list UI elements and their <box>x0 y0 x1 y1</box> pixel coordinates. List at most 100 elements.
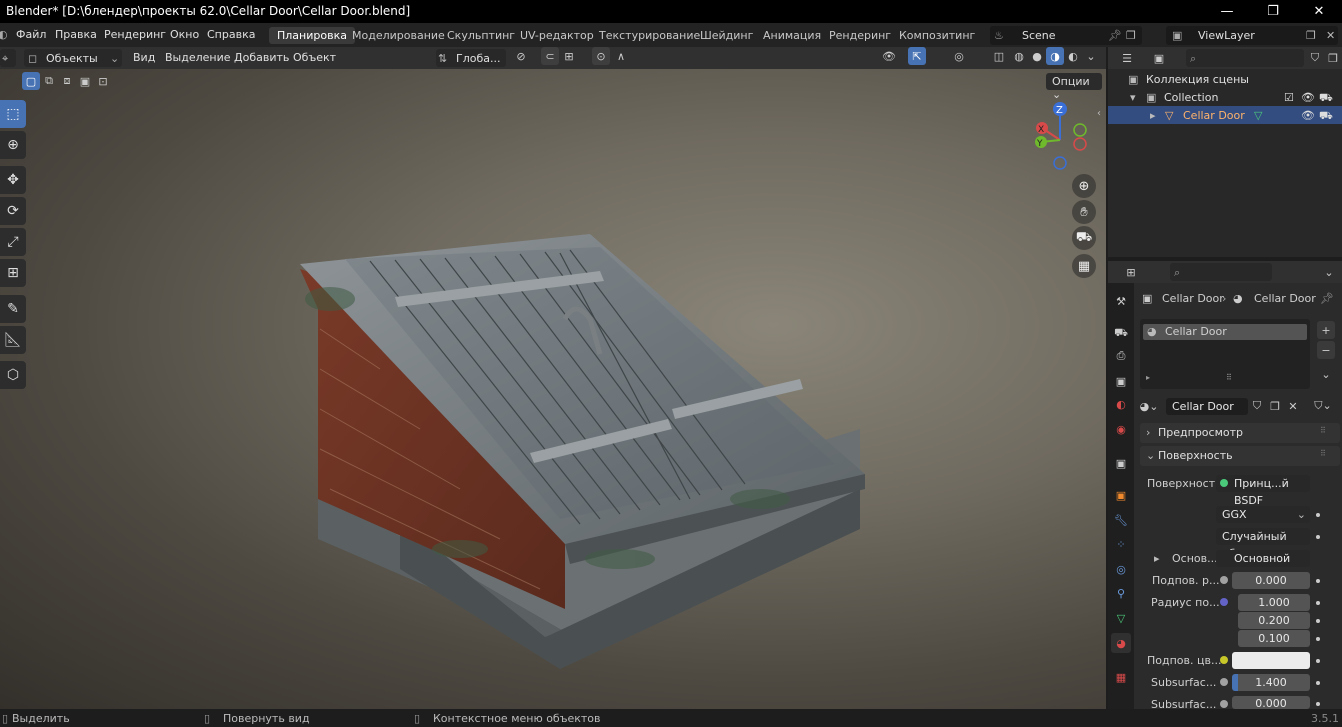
falloff-icon[interactable]: ∧ <box>612 47 630 65</box>
hand-icon[interactable]: ✋︎ <box>1072 200 1096 224</box>
output-tab-icon[interactable]: ⎙ <box>1111 346 1131 366</box>
menu-file[interactable]: Файл <box>16 28 46 41</box>
overlay-toggle-icon[interactable]: ◎ <box>950 47 968 65</box>
menu-window[interactable]: Окно <box>170 28 199 41</box>
subsurface-method-dropdown[interactable]: Случайный об...⌄ <box>1216 528 1310 560</box>
expand-arrow-icon[interactable]: ▸ <box>1146 373 1150 382</box>
animate-dot[interactable] <box>1316 513 1320 517</box>
tab-animation[interactable]: Анимация <box>755 27 829 44</box>
preview-panel-header[interactable]: › Предпросмотр ⠿ <box>1140 423 1340 443</box>
blender-logo-icon[interactable]: ◐ <box>0 28 8 41</box>
constraints-tab-icon[interactable]: ⚲ <box>1111 583 1131 603</box>
properties-editor-icon[interactable]: ⊞ <box>1122 263 1140 281</box>
rotate-icon[interactable]: ⟳ <box>0 197 26 225</box>
select-intersect-icon[interactable]: ⊡ <box>94 72 112 90</box>
animate-dot[interactable] <box>1316 601 1320 605</box>
move-icon[interactable]: ✥ <box>0 166 26 194</box>
transform-orientation-dropdown[interactable]: ⇅ Глоба... <box>436 49 506 67</box>
scene-selector[interactable]: ♨ Scene 📌︎ ❐ <box>990 26 1142 45</box>
visibility-icon[interactable]: 👁︎ <box>880 47 898 65</box>
duplicate-material-icon[interactable]: ❐ <box>1266 397 1284 415</box>
fake-user-icon[interactable]: ⛉ <box>1248 397 1266 415</box>
outliner-search-input[interactable]: ⌕ <box>1186 49 1304 67</box>
menu-help[interactable]: Справка <box>207 28 255 41</box>
scale-icon[interactable]: ⤢ <box>0 228 26 256</box>
object-tab-icon[interactable]: ▣ <box>1111 485 1131 505</box>
menu-edit[interactable]: Правка <box>55 28 97 41</box>
viewlayer-selector[interactable]: ▣ ViewLayer ❐ ✕ <box>1166 26 1338 45</box>
select-subtract-icon[interactable]: ⧈ <box>58 72 76 90</box>
checkbox-icon[interactable]: ☑ <box>1284 91 1294 104</box>
maximize-button[interactable]: ❐ <box>1250 0 1296 23</box>
chevron-down-icon[interactable]: ⌄ <box>1320 263 1338 281</box>
material-name-field[interactable]: Cellar Door <box>1166 398 1248 415</box>
gizmo-neg-z[interactable] <box>1053 156 1067 170</box>
sidebar-toggle-icon[interactable]: ‹ <box>1097 108 1101 119</box>
material-tab-icon[interactable]: ◕ <box>1111 633 1131 653</box>
pivot-icon[interactable]: ⊘ <box>512 47 530 65</box>
menu-select[interactable]: Выделение <box>165 51 231 64</box>
texture-tab-icon[interactable]: ▦ <box>1111 667 1131 687</box>
subsurface-ior-field[interactable]: 1.400 <box>1232 674 1310 691</box>
expand-arrow-icon[interactable]: ▾ <box>1130 91 1136 104</box>
add-slot-icon[interactable]: + <box>1317 321 1335 339</box>
cursor-icon[interactable]: ⊕ <box>0 131 26 159</box>
material-filter-icon[interactable]: ⛉⌄ <box>1314 397 1332 415</box>
tool-tab-icon[interactable]: ⚒ <box>1111 291 1131 311</box>
properties-search-input[interactable]: ⌕ <box>1170 263 1272 281</box>
subsurface-color-swatch[interactable] <box>1232 652 1310 669</box>
world-tab-icon[interactable]: ◉ <box>1111 419 1131 439</box>
shading-options-icon[interactable]: ⌄ <box>1082 47 1100 65</box>
select-box-icon[interactable]: ⬚ <box>0 100 26 128</box>
tab-shading[interactable]: Шейдинг <box>692 27 761 44</box>
display-mode-icon[interactable]: ▣ <box>1150 49 1168 67</box>
xray-toggle-icon[interactable]: ◫ <box>990 47 1008 65</box>
outliner-object-cellar-door[interactable]: ▸ ▽ Cellar Door ▽ 👁︎ ⛟ <box>1108 106 1342 124</box>
select-invert-icon[interactable]: ▣ <box>76 72 94 90</box>
mode-dropdown[interactable]: ◻ Объекты ⌄ <box>24 49 122 67</box>
data-tab-icon[interactable]: ▽ <box>1111 608 1131 628</box>
tab-compositing[interactable]: Композитинг <box>891 27 983 44</box>
expand-arrow-icon[interactable]: ▸ <box>1150 109 1156 122</box>
gizmo-neg-y[interactable] <box>1073 123 1087 137</box>
radius-z-field[interactable]: 0.100 <box>1238 630 1310 647</box>
menu-add[interactable]: Добавить <box>234 51 289 64</box>
options-dropdown[interactable]: Опции ⌄ <box>1046 73 1102 101</box>
subsurface-field[interactable]: 0.000 <box>1232 572 1310 589</box>
radius-y-field[interactable]: 0.200 <box>1238 612 1310 629</box>
gizmo-toggle-icon[interactable]: ⇱ <box>908 47 926 65</box>
drag-handle-icon[interactable]: ⠿ <box>1320 449 1326 458</box>
camera-render-icon[interactable]: ⛟ <box>1319 109 1333 124</box>
tab-uv-editing[interactable]: UV-редактор <box>512 27 602 44</box>
outliner-editor-icon[interactable]: ☰ <box>1118 49 1136 67</box>
unlink-material-icon[interactable]: ✕ <box>1284 397 1302 415</box>
surface-panel-header[interactable]: ⌄ Поверхность ⠿ <box>1140 446 1340 466</box>
transform-icon[interactable]: ⊞ <box>0 259 26 287</box>
pin-icon[interactable]: 📌︎ <box>1108 29 1122 42</box>
navigation-gizmo[interactable]: Z X Y <box>1030 100 1094 172</box>
surface-shader-field[interactable]: Принц...й BSDF <box>1216 475 1310 507</box>
wireframe-shading-icon[interactable]: ◍ <box>1010 47 1028 65</box>
expand-arrow-icon[interactable]: ▸ <box>1154 552 1160 565</box>
material-browse-icon[interactable]: ◕⌄ <box>1140 397 1159 415</box>
outliner-scene-collection[interactable]: ▣ Коллекция сцены <box>1108 70 1342 88</box>
annotate-icon[interactable]: ✎ <box>0 295 26 323</box>
remove-slot-icon[interactable]: − <box>1317 341 1335 359</box>
eye-icon[interactable]: 👁︎ <box>1301 109 1315 122</box>
new-viewlayer-icon[interactable]: ❐ <box>1306 29 1316 42</box>
tab-rendering[interactable]: Рендеринг <box>821 27 899 44</box>
menu-view[interactable]: Вид <box>133 51 155 64</box>
snap-icon[interactable]: ⊂ <box>541 47 559 65</box>
animate-dot[interactable] <box>1316 637 1320 641</box>
snap-target-icon[interactable]: ⊞ <box>560 47 578 65</box>
animate-dot[interactable] <box>1316 535 1320 539</box>
new-collection-icon[interactable]: ❐ <box>1324 49 1342 67</box>
collection-tab-icon[interactable]: ▣ <box>1111 453 1131 473</box>
tab-layout[interactable]: Планировка <box>269 27 355 44</box>
render-tab-icon[interactable]: ⛟ <box>1111 323 1131 343</box>
gizmo-neg-x[interactable] <box>1073 137 1087 151</box>
grid-icon[interactable]: ▦ <box>1072 254 1096 278</box>
filter-icon[interactable]: ⛉ <box>1306 49 1324 67</box>
select-extend-icon[interactable]: ⧉ <box>40 72 58 90</box>
outliner-collection[interactable]: ▾ ▣ Collection ☑ 👁︎ ⛟ <box>1108 88 1342 106</box>
